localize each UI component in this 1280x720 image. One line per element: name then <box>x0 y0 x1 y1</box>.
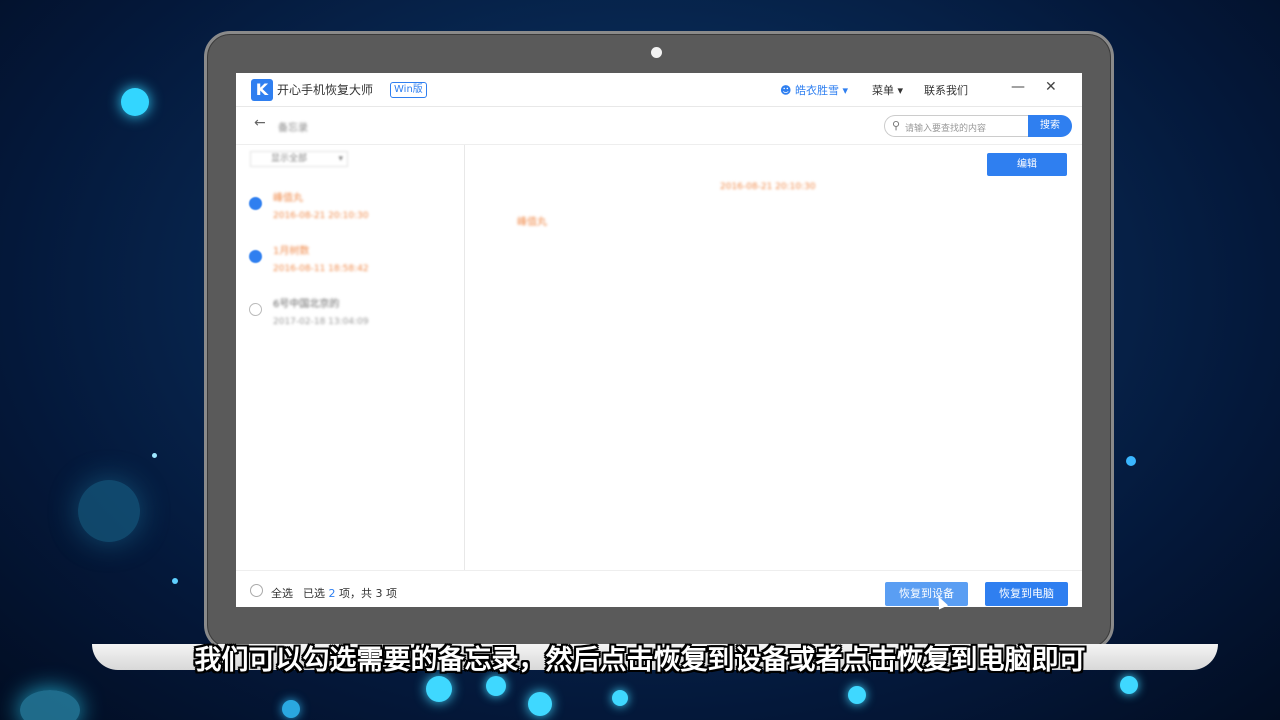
item-title: 1月树数 <box>273 246 310 257</box>
memo-list: 显示全部 ▾ 峰值丸 2016-08-21 20:10:30 1月树数 2016… <box>236 145 465 570</box>
restore-to-device-button[interactable]: 恢复到设备 <box>885 582 968 606</box>
bokeh-dot <box>426 676 452 702</box>
filter-dropdown[interactable]: 显示全部 ▾ <box>250 151 348 167</box>
bokeh-dot <box>486 676 506 696</box>
bokeh-dot <box>1120 676 1138 694</box>
edition-badge: Win版 <box>390 82 427 98</box>
user-menu[interactable]: ☻ 皓衣胜雪 ▾ <box>780 82 848 98</box>
minimize-icon[interactable]: — <box>1011 79 1025 95</box>
chevron-down-icon: ▾ <box>338 154 343 164</box>
search-placeholder: 请输入要查找的内容 <box>905 124 987 134</box>
selection-summary: 已选 2 项，共 3 项 <box>303 585 397 601</box>
selected-suffix: 项，共 3 项 <box>339 587 397 600</box>
item-title: 6号中国北京的 <box>273 299 340 310</box>
webcam <box>651 47 662 58</box>
item-title: 峰值丸 <box>273 193 303 204</box>
item-checkbox[interactable] <box>249 303 262 316</box>
chevron-down-icon: ▾ <box>842 84 848 97</box>
section-title: 备忘录 <box>278 123 308 134</box>
main-menu[interactable]: 菜单 ▾ <box>872 82 903 98</box>
bokeh-dot <box>152 453 157 458</box>
app-name: 开心手机恢复大师 <box>277 83 374 97</box>
memo-detail: 编辑 2016-08-21 20:10:30 峰值丸 <box>465 145 1082 570</box>
toolbar: ← 备忘录 ⚲ 请输入要查找的内容 搜索 <box>236 107 1082 145</box>
back-arrow-icon[interactable]: ← <box>254 115 266 131</box>
item-checkbox[interactable] <box>249 250 262 263</box>
select-all-checkbox[interactable] <box>250 584 263 597</box>
bokeh-dot <box>172 578 178 584</box>
menu-label: 菜单 <box>872 84 894 97</box>
bokeh-dot <box>121 88 149 116</box>
bokeh-dot <box>20 690 80 720</box>
selected-count: 2 <box>328 587 336 600</box>
item-checkbox[interactable] <box>249 197 262 210</box>
bokeh-dot <box>612 690 628 706</box>
footer-bar: 全选 已选 2 项，共 3 项 恢复到设备 恢复到电脑 <box>236 570 1082 607</box>
list-item[interactable]: 峰值丸 2016-08-21 20:10:30 <box>236 185 465 239</box>
item-date: 2016-08-11 18:58:42 <box>273 264 369 274</box>
search-icon: ⚲ <box>892 119 901 132</box>
bokeh-dot <box>282 700 300 718</box>
edit-button[interactable]: 编辑 <box>987 153 1067 176</box>
bokeh-dot <box>1126 456 1136 466</box>
list-item[interactable]: 1月树数 2016-08-11 18:58:42 <box>236 238 465 292</box>
video-subtitle: 我们可以勾选需要的备忘录，然后点击恢复到设备或者点击恢复到电脑即可 <box>194 645 1086 676</box>
restore-to-pc-button[interactable]: 恢复到电脑 <box>985 582 1068 606</box>
user-name: 皓衣胜雪 <box>794 84 839 97</box>
filter-label: 显示全部 <box>271 154 308 164</box>
contact-us-link[interactable]: 联系我们 <box>924 82 968 98</box>
title-bar: K 开心手机恢复大师 Win版 ☻ 皓衣胜雪 ▾ 菜单 ▾ 联系我们 — ✕ <box>236 73 1082 107</box>
item-date: 2016-08-21 20:10:30 <box>273 211 369 221</box>
select-all-label: 全选 <box>271 587 293 600</box>
note-date: 2016-08-21 20:10:30 <box>720 182 816 192</box>
bokeh-dot <box>78 480 140 542</box>
app-window: K 开心手机恢复大师 Win版 ☻ 皓衣胜雪 ▾ 菜单 ▾ 联系我们 — ✕ ←… <box>236 73 1082 607</box>
bokeh-dot <box>848 686 866 704</box>
search-button[interactable]: 搜索 <box>1028 115 1072 137</box>
note-body: 峰值丸 <box>517 217 547 228</box>
bokeh-dot <box>528 692 552 716</box>
item-date: 2017-02-18 13:04:09 <box>273 317 369 327</box>
selected-prefix: 已选 <box>303 587 325 600</box>
close-icon[interactable]: ✕ <box>1045 79 1057 95</box>
search-input[interactable]: ⚲ 请输入要查找的内容 <box>884 115 1030 137</box>
chevron-down-icon: ▾ <box>897 84 904 97</box>
list-item[interactable]: 6号中国北京的 2017-02-18 13:04:09 <box>236 291 465 345</box>
app-logo-icon: K <box>251 79 273 101</box>
user-icon: ☻ <box>780 84 792 97</box>
